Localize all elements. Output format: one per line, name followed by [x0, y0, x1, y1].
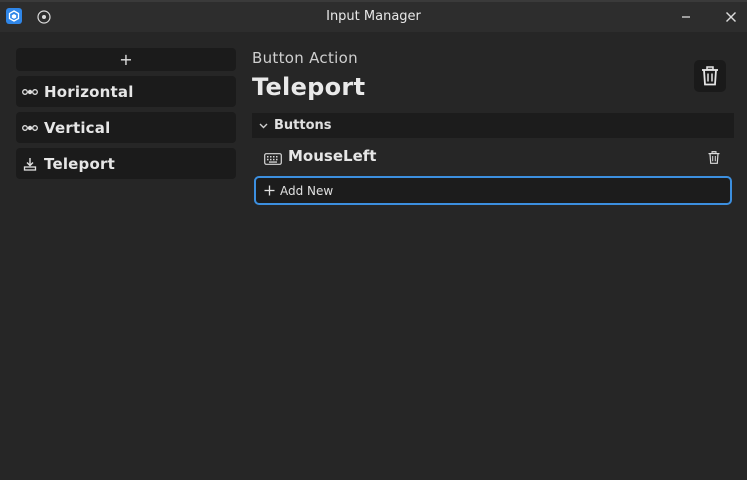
sidebar-item-teleport[interactable]: Teleport — [16, 148, 236, 179]
close-button[interactable] — [721, 7, 741, 27]
axis-icon — [16, 123, 44, 133]
trash-icon — [708, 150, 720, 164]
add-new-binding-button[interactable]: Add New — [254, 176, 732, 205]
action-name-title: Teleport — [252, 73, 366, 101]
buttons-section-header[interactable]: Buttons — [252, 113, 734, 138]
binding-label: MouseLeft — [288, 147, 377, 165]
plus-icon — [258, 185, 280, 196]
keyboard-icon — [264, 150, 282, 169]
section-title: Buttons — [274, 118, 332, 133]
minimize-button[interactable] — [676, 7, 696, 27]
delete-action-button[interactable] — [694, 60, 726, 92]
delete-binding-button[interactable] — [707, 150, 721, 164]
close-icon — [726, 12, 736, 22]
title-bar: Input Manager — [0, 0, 747, 32]
sidebar-item-label: Teleport — [44, 154, 115, 173]
add-new-label: Add New — [280, 183, 334, 198]
add-action-button[interactable]: + — [16, 48, 236, 71]
sidebar-item-horizontal[interactable]: Horizontal — [16, 76, 236, 107]
action-type-label: Button Action — [252, 49, 358, 67]
minimize-icon — [682, 16, 690, 18]
plus-icon: + — [119, 50, 133, 69]
sidebar-item-label: Vertical — [44, 118, 111, 137]
button-action-icon — [16, 157, 44, 171]
axis-icon — [16, 87, 44, 97]
sidebar-item-vertical[interactable]: Vertical — [16, 112, 236, 143]
trash-icon — [702, 66, 718, 86]
sidebar-item-label: Horizontal — [44, 82, 134, 101]
window-title: Input Manager — [326, 9, 421, 24]
chevron-down-icon — [252, 123, 274, 129]
binding-row: MouseLeft — [252, 139, 734, 175]
